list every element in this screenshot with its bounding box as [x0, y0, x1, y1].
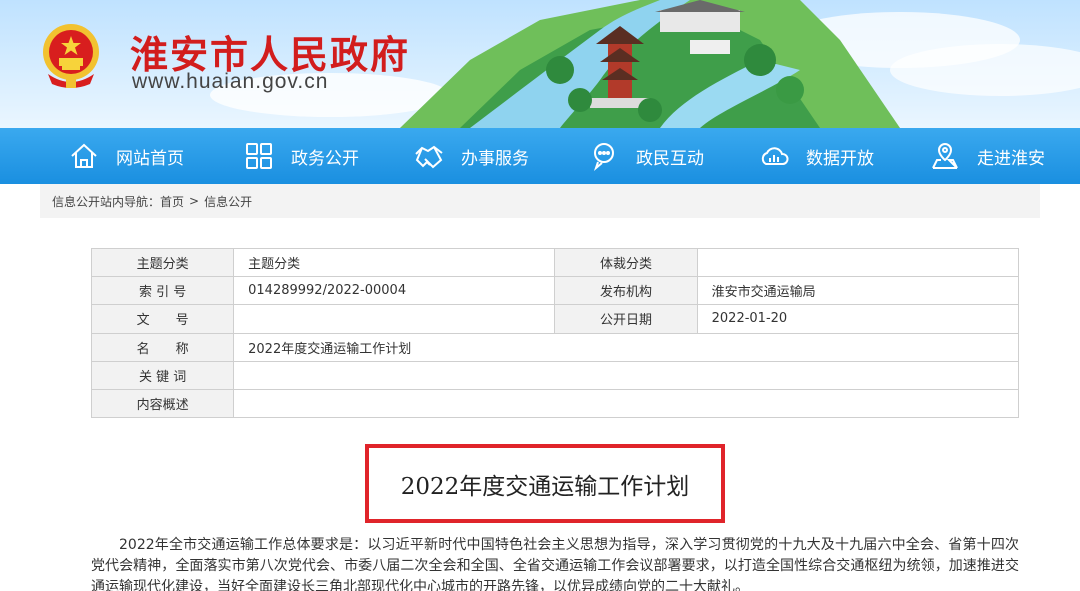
nav-item-home[interactable]: 网站首页 — [68, 128, 184, 184]
document-metadata-table: 主题分类 主题分类 体裁分类 索 引 号 014289992/2022-0000… — [90, 247, 1020, 419]
value-publisher: 淮安市交通运输局 — [696, 276, 1020, 306]
chat-icon — [593, 143, 614, 172]
highlighted-title-box: 2022年度交通运输工作计划 — [365, 444, 725, 523]
table-row: 文 号 公开日期 2022-01-20 — [90, 304, 1020, 334]
nav-item-interaction[interactable]: 政民互动 — [588, 128, 704, 184]
value-document-number — [233, 304, 556, 334]
home-icon — [71, 143, 97, 168]
label-name: 名 称 — [90, 332, 235, 362]
nav-label: 数据开放 — [806, 148, 874, 169]
nav-label: 政务公开 — [291, 148, 359, 169]
nav-label: 办事服务 — [461, 148, 529, 169]
label-topic-category: 主题分类 — [90, 247, 235, 278]
table-row: 名 称 2022年度交通运输工作计划 — [90, 332, 1019, 362]
label-genre-category: 体裁分类 — [554, 247, 698, 278]
value-genre-category — [696, 247, 1020, 278]
value-name: 2022年度交通运输工作计划 — [233, 332, 1019, 362]
breadcrumb-separator: > — [189, 194, 200, 208]
grid-icon — [246, 143, 272, 169]
site-url: www.huaian.gov.cn — [132, 70, 329, 93]
nav-label: 网站首页 — [116, 148, 184, 169]
nav-label: 走进淮安 — [977, 148, 1045, 169]
location-pin-icon — [932, 142, 958, 169]
value-publish-date: 2022-01-20 — [696, 304, 1020, 334]
table-row: 内容概述 — [90, 388, 1019, 419]
value-keywords — [233, 360, 1019, 390]
main-nav: 网站首页 政务公开 办事服务 政民互动 数据开放 走进淮安 — [0, 128, 1080, 184]
value-summary — [233, 388, 1019, 419]
nav-item-open-data[interactable]: 数据开放 — [758, 128, 874, 184]
nav-label: 政民互动 — [636, 148, 704, 169]
label-publish-date: 公开日期 — [554, 304, 698, 334]
value-topic-category: 主题分类 — [233, 247, 556, 278]
nav-item-services[interactable]: 办事服务 — [413, 128, 529, 184]
label-index-number: 索 引 号 — [90, 276, 235, 306]
value-index-number: 014289992/2022-00004 — [233, 276, 556, 306]
table-row: 索 引 号 014289992/2022-00004 发布机构 淮安市交通运输局 — [90, 276, 1020, 306]
document-title: 2022年度交通运输工作计划 — [400, 473, 690, 500]
breadcrumb: 信息公开站内导航： 首页 > 信息公开 — [40, 184, 1040, 218]
table-row: 关 键 词 — [90, 360, 1019, 390]
cloud-data-icon — [761, 147, 789, 165]
nav-item-gov-affairs[interactable]: 政务公开 — [243, 128, 359, 184]
table-row: 主题分类 主题分类 体裁分类 — [90, 247, 1020, 278]
breadcrumb-link-home[interactable]: 首页 — [160, 193, 184, 210]
label-summary: 内容概述 — [90, 388, 235, 419]
breadcrumb-link-info-disclosure[interactable]: 信息公开 — [204, 193, 252, 210]
header-banner: 淮安市人民政府 www.huaian.gov.cn — [0, 0, 1080, 128]
label-document-number: 文 号 — [90, 304, 235, 334]
national-emblem-logo — [43, 24, 99, 88]
breadcrumb-prefix: 信息公开站内导航： — [52, 194, 161, 209]
document-body-paragraph: 2022年全市交通运输工作总体要求是：以习近平新时代中国特色社会主义思想为指导，… — [91, 537, 1019, 591]
label-publisher: 发布机构 — [554, 276, 698, 306]
label-keywords: 关 键 词 — [90, 360, 235, 390]
nav-item-about-huaian[interactable]: 走进淮安 — [929, 128, 1045, 184]
handshake-icon — [415, 145, 443, 169]
